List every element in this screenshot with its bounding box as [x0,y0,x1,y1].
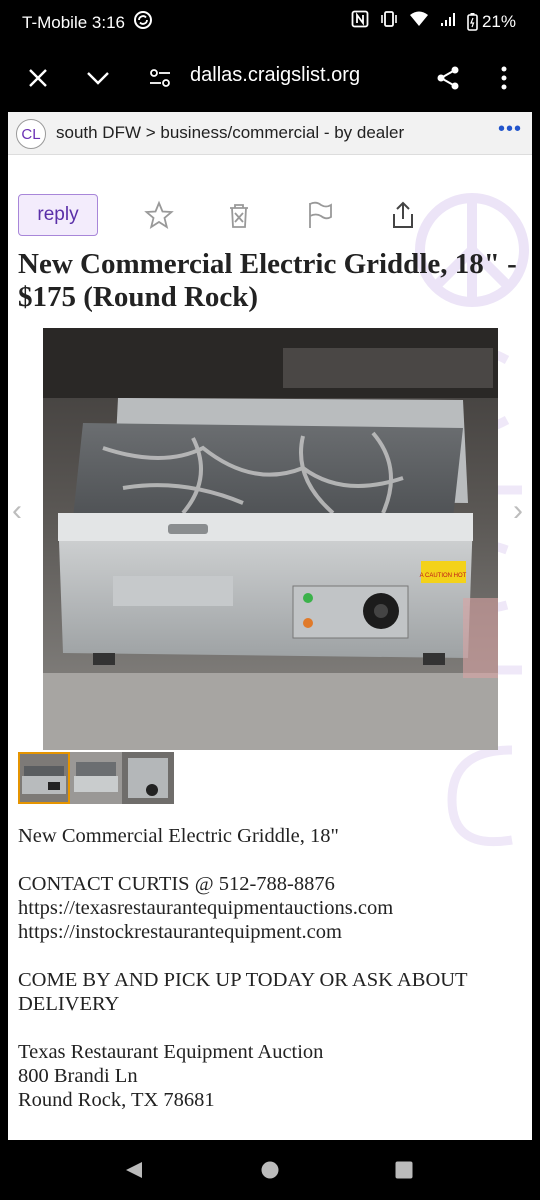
listing-photo[interactable]: A CAUTION HOT [43,328,498,750]
link-instock-restaurant-equipment[interactable]: https://instockrestaurantequipment.com [18,920,523,944]
craigslist-logo[interactable]: CL [16,119,46,149]
thumbnail-image [20,754,68,802]
pickup-line: DELIVERY [18,993,120,1015]
city-address: Round Rock, TX 78681 [18,1089,215,1111]
breadcrumb-path[interactable]: south DFW > business/commercial - by dea… [56,123,404,143]
thumbnail-3[interactable] [122,752,174,804]
carrier-time: T-Mobile 3:16 [22,12,125,32]
share-button[interactable] [432,62,464,94]
company-name: Texas Restaurant Equipment Auction [18,1041,324,1063]
flag-button[interactable] [302,198,336,232]
griddle-image: A CAUTION HOT [43,328,498,750]
share-post-button[interactable] [386,198,420,232]
battery-icon [467,12,478,31]
upload-icon [393,201,413,228]
nfc-icon [351,10,369,33]
thumbnail-1[interactable] [18,752,70,804]
pickup-line: COME BY AND PICK UP TODAY OR ASK ABOUT [18,969,468,991]
status-bar: T-Mobile 3:16 21% [0,0,540,40]
thumbnail-image [122,752,174,804]
wifi-icon [409,10,429,33]
reply-button[interactable]: reply [18,194,98,236]
caution-label-text: A CAUTION HOT [420,573,467,579]
close-icon [29,69,47,87]
browser-toolbar: dallas.craigslist.org [0,40,540,112]
recents-square-icon [395,1161,413,1179]
thumbnail-2[interactable] [70,752,122,804]
site-settings-button[interactable] [144,62,176,94]
post-body: New Commercial Electric Griddle, 18" CON… [18,824,523,1112]
system-nav-bar [0,1140,540,1200]
battery-percent: 21% [481,11,516,31]
body-line: New Commercial Electric Griddle, 18" [18,825,339,847]
back-triangle-icon [126,1162,142,1178]
prev-image-button[interactable]: ‹ [12,494,22,528]
share-icon [437,66,459,90]
post-title: New Commercial Electric Griddle, 18" - $… [18,248,517,313]
contact-line: CONTACT CURTIS @ 512-788-8876 [18,873,335,895]
minimize-button[interactable] [82,62,114,94]
star-icon [144,200,174,229]
tune-icon [150,69,170,87]
close-tab-button[interactable] [22,62,54,94]
favorite-button[interactable] [142,198,176,232]
sync-icon [133,10,153,35]
battery-indicator: 21% [467,12,516,32]
thumbnail-strip [18,752,174,806]
street-address: 800 Brandi Ln [18,1065,138,1087]
url-text[interactable]: dallas.craigslist.org [190,64,360,87]
more-vert-icon [501,66,507,90]
next-image-button[interactable]: › [513,494,523,528]
link-texas-restaurant-equipment[interactable]: https://texasrestaurantequipmentauctions… [18,896,523,920]
chevron-down-icon [87,72,109,85]
flag-icon [309,201,332,228]
trash-icon [230,204,248,228]
home-button[interactable] [260,1160,280,1185]
vibrate-icon [379,10,399,33]
home-circle-icon [261,1161,279,1179]
recents-button[interactable] [394,1160,414,1185]
page-content: CL south DFW > business/commercial - by … [8,112,532,1140]
menu-button[interactable] [488,62,520,94]
hide-button[interactable] [222,198,256,232]
thumbnail-image [70,752,122,804]
breadcrumb-more-button[interactable]: ••• [498,118,522,141]
post-actions: reply [18,194,518,238]
signal-icon [439,10,457,33]
back-button[interactable] [124,1160,144,1185]
breadcrumb: CL south DFW > business/commercial - by … [8,112,532,155]
